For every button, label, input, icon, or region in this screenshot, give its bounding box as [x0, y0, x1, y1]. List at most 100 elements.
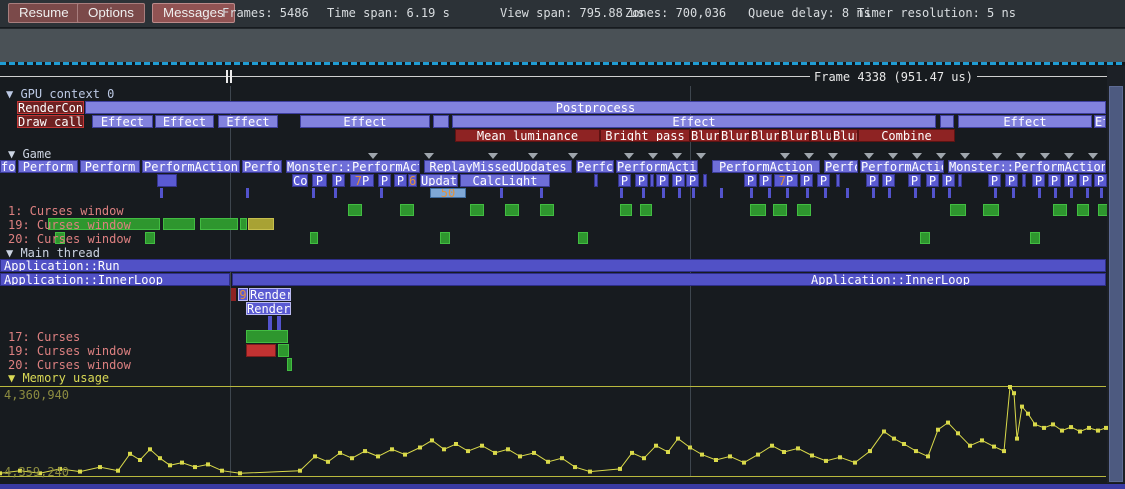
gpu-zone[interactable]: RenderConte [17, 101, 84, 114]
main-thread-zone[interactable]: 9 [238, 288, 248, 301]
thread-zone[interactable] [578, 232, 588, 244]
vertical-scrollbar-thumb[interactable] [1109, 86, 1123, 482]
game-zone[interactable]: P [1094, 174, 1107, 187]
game-zone[interactable] [958, 174, 962, 187]
thread-zone[interactable] [246, 330, 288, 343]
game-zone[interactable]: PerformActio [616, 160, 698, 173]
game-zone[interactable]: P [744, 174, 757, 187]
game-zone[interactable] [650, 174, 654, 187]
game-zone[interactable] [1100, 188, 1103, 198]
game-zone[interactable]: P [394, 174, 407, 187]
frame-marker[interactable] [488, 153, 498, 159]
gpu-zone[interactable]: Postprocess [85, 101, 1106, 114]
gpu-zone[interactable]: Effect [300, 115, 430, 128]
game-zone[interactable] [720, 188, 723, 198]
section-header-gpu-context[interactable]: ▼ GPU context 0 [6, 87, 114, 101]
game-zone[interactable] [334, 188, 337, 198]
thread-zone[interactable] [440, 232, 450, 244]
gpu-zone[interactable]: Effect [958, 115, 1092, 128]
game-zone[interactable]: P [866, 174, 879, 187]
main-thread-zone[interactable] [268, 316, 272, 330]
game-zone[interactable] [703, 174, 707, 187]
game-zone[interactable]: P [1048, 174, 1061, 187]
game-zone[interactable]: P [882, 174, 895, 187]
frame-marker[interactable] [864, 153, 874, 159]
game-zone[interactable] [1054, 188, 1057, 198]
thread-zone[interactable] [400, 204, 414, 216]
game-zone[interactable]: Perfc [576, 160, 614, 173]
frame-marker[interactable] [648, 153, 658, 159]
section-header-main-thread[interactable]: ▼ Main thread [6, 246, 100, 260]
gpu-zone[interactable]: Combine [858, 129, 955, 142]
game-zone[interactable] [1086, 188, 1089, 198]
main-thread-zone[interactable]: Application::InnerLoop [232, 273, 1106, 286]
gpu-zone[interactable]: Blu [810, 129, 832, 142]
main-thread-zone[interactable] [231, 288, 236, 301]
main-thread-zone[interactable]: Render [246, 302, 291, 315]
section-header-memory[interactable]: ▼ Memory usage [8, 371, 109, 385]
thread-zone[interactable] [470, 204, 484, 216]
gpu-zone[interactable]: Effect [155, 115, 214, 128]
thread-zone[interactable] [750, 204, 766, 216]
frame-marker[interactable] [696, 153, 706, 159]
thread-zone[interactable] [145, 232, 155, 244]
thread-zone[interactable] [540, 204, 554, 216]
frame-marker[interactable] [568, 153, 578, 159]
game-zone[interactable]: Monster::PerformAction [286, 160, 420, 173]
main-thread-zone[interactable] [277, 316, 281, 330]
frame-marker[interactable] [1040, 153, 1050, 159]
memory-line[interactable] [0, 386, 1106, 387]
game-zone[interactable]: PerformAction [142, 160, 240, 173]
thread-zone[interactable] [310, 232, 318, 244]
thread-zone[interactable] [278, 344, 289, 357]
gpu-zone[interactable]: Draw calls [17, 115, 84, 128]
gpu-zone[interactable]: Blur [720, 129, 750, 142]
thread-label-19[interactable]: 19: Curses window [8, 218, 131, 232]
frame-marker[interactable] [992, 153, 1002, 159]
thread-zone[interactable] [348, 204, 362, 216]
game-zone[interactable] [824, 188, 827, 198]
thread-zone[interactable] [983, 204, 999, 216]
gpu-zone[interactable]: Bright pass [600, 129, 690, 142]
game-zone[interactable]: 50 [430, 188, 466, 198]
game-zone[interactable] [1022, 174, 1026, 187]
gpu-zone[interactable]: Mean luminance [455, 129, 600, 142]
gpu-zone[interactable]: Blur [690, 129, 720, 142]
game-zone[interactable]: P [800, 174, 813, 187]
game-zone[interactable] [642, 188, 645, 198]
main-thread-zone[interactable]: Application::InnerLoop [0, 273, 230, 286]
game-zone[interactable]: P [686, 174, 699, 187]
game-zone[interactable] [312, 188, 315, 198]
game-zone[interactable] [914, 188, 917, 198]
thread-label-20[interactable]: 20: Curses window [8, 232, 131, 246]
game-zone[interactable] [1012, 188, 1015, 198]
thread-zone[interactable] [248, 218, 274, 230]
game-zone[interactable]: P [942, 174, 955, 187]
game-zone[interactable] [872, 188, 875, 198]
thread-zone[interactable] [620, 204, 632, 216]
game-zone[interactable] [994, 188, 997, 198]
game-zone[interactable] [750, 188, 753, 198]
gpu-zone[interactable]: Effect [452, 115, 936, 128]
thread-zone[interactable] [1053, 204, 1067, 216]
game-zone[interactable] [380, 188, 383, 198]
game-zone[interactable] [160, 188, 163, 198]
thread-label-20b[interactable]: 20: Curses window [8, 358, 131, 372]
frame-marker[interactable] [912, 153, 922, 159]
game-zone[interactable]: Perform [18, 160, 78, 173]
game-zone[interactable]: P [672, 174, 685, 187]
gpu-zone[interactable]: Effect [92, 115, 153, 128]
thread-zone[interactable] [246, 344, 276, 357]
game-zone[interactable]: ReplayMissedUpdates [424, 160, 572, 173]
frame-marker[interactable] [828, 153, 838, 159]
game-zone[interactable]: Co [292, 174, 308, 187]
game-zone[interactable]: P [635, 174, 648, 187]
horizontal-scrollbar[interactable] [0, 484, 1125, 489]
gpu-zone[interactable]: Blur [832, 129, 858, 142]
thread-zone[interactable] [505, 204, 519, 216]
game-zone[interactable]: Perfo [242, 160, 282, 173]
game-zone[interactable] [157, 174, 177, 187]
game-zone[interactable]: P [908, 174, 921, 187]
game-zone[interactable] [692, 188, 695, 198]
gpu-zone[interactable]: Ef [1094, 115, 1106, 128]
